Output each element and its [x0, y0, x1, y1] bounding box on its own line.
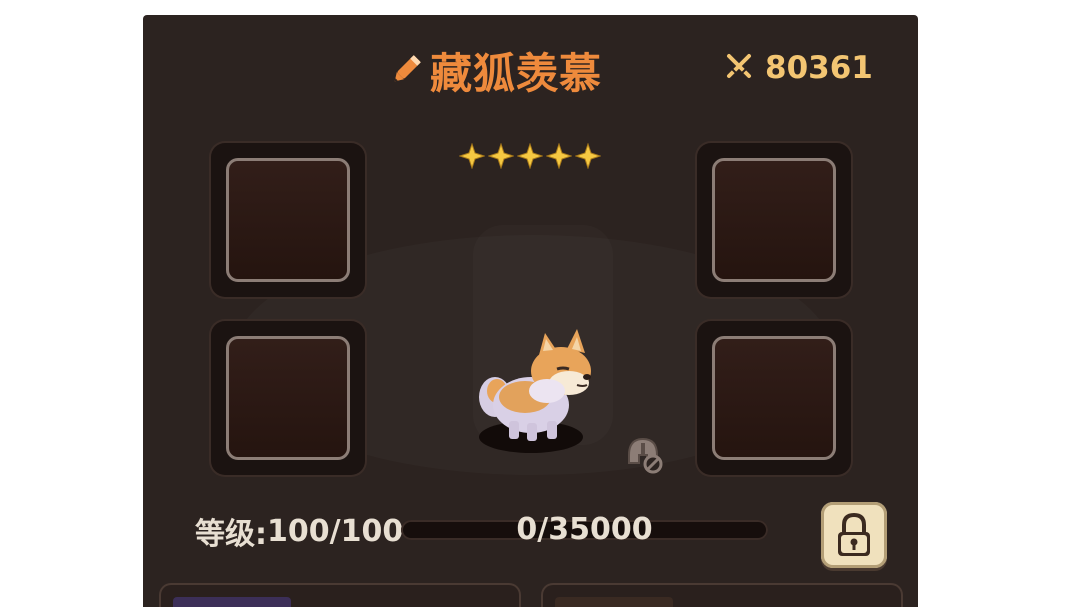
pet-sprite[interactable]	[473, 325, 603, 469]
star-rating	[459, 143, 601, 169]
star-icon	[546, 143, 572, 169]
level-label: 等级:	[195, 517, 267, 552]
padlock-icon	[838, 512, 870, 556]
slot-frame	[226, 158, 350, 282]
star-icon	[575, 143, 601, 169]
exp-text: 0/35000	[516, 512, 653, 547]
card-thumbnail	[555, 597, 673, 607]
pet-name: 藏狐羡慕	[430, 48, 603, 98]
level-info: 等级: 100/100	[195, 511, 404, 553]
pet-detail-panel: 藏狐羡慕 80361 等级: 100/100 0/35000	[143, 15, 918, 607]
card-thumbnail	[173, 597, 291, 607]
star-icon	[459, 143, 485, 169]
slot-frame	[226, 336, 350, 460]
level-value: 100/100	[267, 513, 404, 549]
bottom-card-right[interactable]	[543, 585, 901, 607]
lock-button[interactable]	[821, 502, 887, 568]
equipment-slot-bottom-left[interactable]	[211, 321, 365, 475]
power-value: 80361	[765, 50, 873, 86]
equipment-slot-bottom-right[interactable]	[697, 321, 851, 475]
crossed-swords-icon	[723, 50, 755, 86]
slot-frame	[712, 158, 836, 282]
star-icon	[517, 143, 543, 169]
equipment-slot-top-right[interactable]	[697, 143, 851, 297]
star-icon	[488, 143, 514, 169]
pet-title: 藏狐羡慕	[388, 45, 602, 98]
equipment-slot-top-left[interactable]	[211, 143, 365, 297]
combat-power: 80361	[723, 50, 873, 86]
helmet-blocked-icon	[623, 433, 665, 479]
bottom-card-left[interactable]	[161, 585, 519, 607]
pencil-icon[interactable]	[388, 52, 424, 88]
slot-frame	[712, 336, 836, 460]
